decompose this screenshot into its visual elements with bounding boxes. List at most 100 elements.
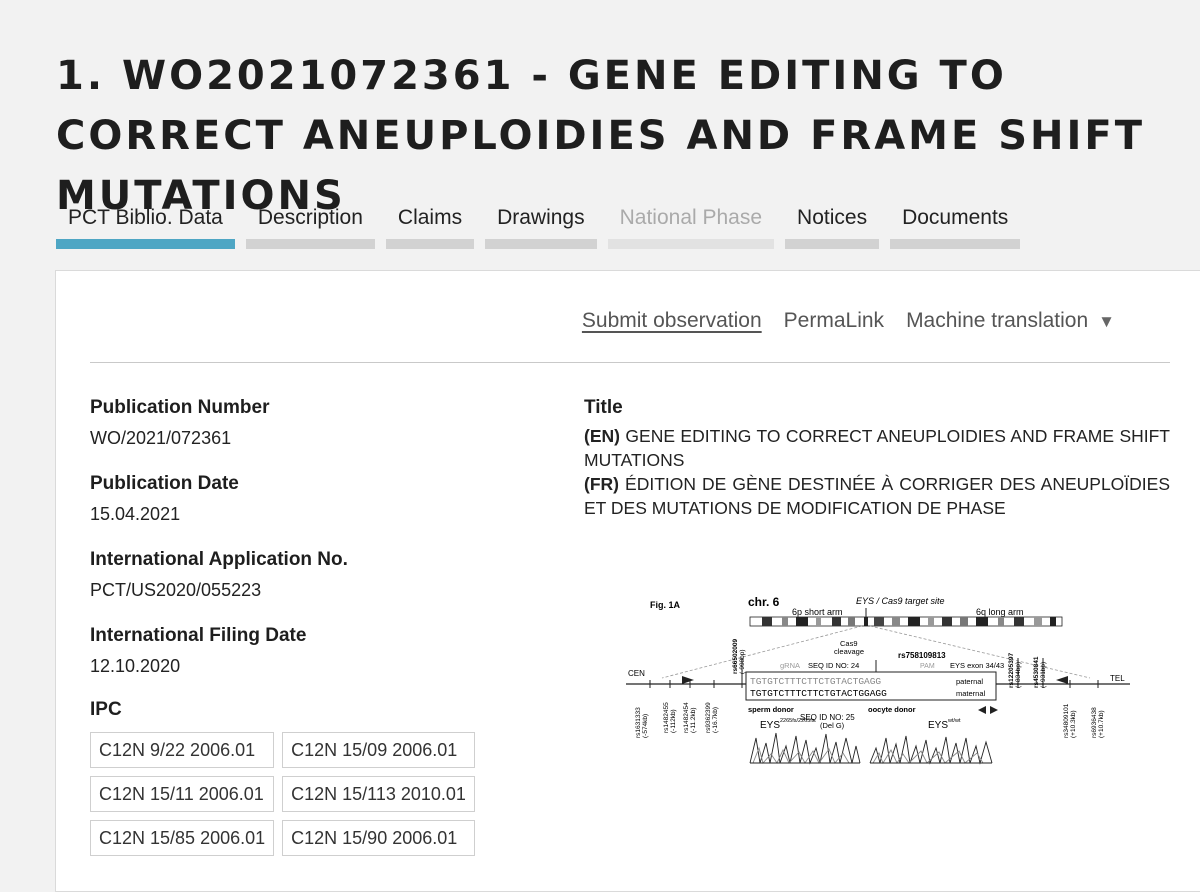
eys-genotype-oocyte: wt/wt xyxy=(947,718,961,724)
tab-drawings[interactable]: Drawings xyxy=(485,203,597,249)
band xyxy=(1050,617,1056,626)
tab-indicator xyxy=(607,239,775,249)
publication-date-value: 15.04.2021 xyxy=(90,504,181,524)
publication-number-field: Publication Number WO/2021/072361 xyxy=(90,396,530,450)
filing-date-field: International Filing Date 12.10.2020 xyxy=(90,624,530,678)
field-label: International Filing Date xyxy=(90,625,307,646)
field-label: Publication Number xyxy=(90,397,270,418)
paternal-label: paternal xyxy=(956,677,983,686)
snp-label: rs1631333 xyxy=(635,707,642,738)
band xyxy=(998,617,1004,626)
tab-active-indicator xyxy=(56,239,235,249)
band xyxy=(908,617,920,626)
caret-down-icon: ▼ xyxy=(1098,312,1115,331)
page-title: 1. WO2021072361 - GENE EDITING TO CORREC… xyxy=(56,53,1145,219)
tab-national-phase: National Phase xyxy=(607,203,775,249)
biblio-data: Publication Number WO/2021/072361 Public… xyxy=(90,396,530,878)
tab-indicator xyxy=(385,239,475,249)
tab-indicator xyxy=(785,239,880,249)
snp-distance: (-11.2kb) xyxy=(690,707,697,733)
paternal-sequence: TGTGTCTTTCTTCTGTACTGAGG xyxy=(750,676,881,687)
band xyxy=(1014,617,1024,626)
snp-label: rs1482455 xyxy=(663,702,670,733)
chromatogram-sperm xyxy=(749,732,861,765)
application-number-value: PCT/US2020/055223 xyxy=(90,580,262,600)
tab-label: Description xyxy=(257,206,363,229)
snp-label: rs1482454 xyxy=(683,702,690,733)
q-arm-label: 6q long arm xyxy=(976,607,1024,617)
chromosome-ideogram xyxy=(749,616,1063,627)
rs-main-label: rs758109813 xyxy=(898,651,946,660)
filing-date-value: 12.10.2020 xyxy=(90,656,181,676)
chromatogram-oocyte xyxy=(869,735,993,765)
title-label: Title xyxy=(584,397,623,418)
ipc-chip[interactable]: C12N 15/90 2006.01 xyxy=(282,820,475,856)
snp-label: rs6936438 xyxy=(1091,707,1098,738)
snp-distance: (+931bp) xyxy=(1040,662,1047,688)
maternal-sequence: TGTGTCTTTCTTCTGTACTGGAGG xyxy=(750,688,887,699)
tab-indicator xyxy=(890,239,1021,249)
ipc-field: IPC C12N 9/22 2006.01 C12N 15/09 2006.01… xyxy=(90,698,530,856)
snp-distance: (-574kb) xyxy=(642,714,649,738)
tab-claims[interactable]: Claims xyxy=(385,203,475,249)
band xyxy=(928,617,934,626)
ipc-chip[interactable]: C12N 15/09 2006.01 xyxy=(282,732,475,768)
snp-label: rs12205397 xyxy=(1008,653,1015,688)
band xyxy=(1034,617,1042,626)
band xyxy=(832,617,841,626)
tab-documents[interactable]: Documents xyxy=(890,203,1021,249)
title-en-text: GENE EDITING TO CORRECT ANEUPLOIDIES AND… xyxy=(584,426,1170,470)
fig-label: Fig. 1A xyxy=(650,600,681,610)
band xyxy=(816,617,821,626)
sperm-donor-label: sperm donor xyxy=(748,705,794,714)
snp-distance: (+10.7kb) xyxy=(1098,710,1105,738)
tab-pct-biblio-data[interactable]: PCT Biblio. Data xyxy=(56,203,235,249)
zoom-line xyxy=(661,625,863,679)
eys-label: EYS xyxy=(760,720,780,731)
chr-label: chr. 6 xyxy=(748,595,780,609)
ipc-chip[interactable]: C12N 15/85 2006.01 xyxy=(90,820,275,856)
title-fr-text: ÉDITION DE GÈNE DESTINÉE À CORRIGER DES … xyxy=(584,474,1170,518)
band xyxy=(960,617,968,626)
tab-label: Drawings xyxy=(497,206,585,229)
centromere-band xyxy=(864,617,868,626)
machine-translation-dropdown[interactable]: Machine translation ▼ xyxy=(906,309,1115,333)
ipc-chip[interactable]: C12N 15/113 2010.01 xyxy=(282,776,475,812)
snp-distance: (-112kb) xyxy=(670,709,677,733)
action-bar: Submit observation PermaLink Machine tra… xyxy=(560,309,1115,333)
tab-label: Documents xyxy=(902,206,1009,229)
title-en: (EN) GENE EDITING TO CORRECT ANEUPLOIDIE… xyxy=(584,424,1170,472)
seq24-label: SEQ ID NO: 24 xyxy=(808,661,859,670)
tab-description[interactable]: Description xyxy=(245,203,375,249)
band xyxy=(848,617,855,626)
tel-label: TEL xyxy=(1110,674,1125,683)
tab-label: PCT Biblio. Data xyxy=(68,206,223,229)
machine-translation-label: Machine translation xyxy=(906,309,1089,332)
tab-indicator xyxy=(485,239,597,249)
tab-label: Claims xyxy=(397,206,463,229)
lang-tag: (EN) xyxy=(584,426,620,446)
ipc-chip[interactable]: C12N 9/22 2006.01 xyxy=(90,732,275,768)
snp-distance: (+10.3kb) xyxy=(1070,710,1077,738)
ipc-chip-list: C12N 9/22 2006.01 C12N 15/09 2006.01 C12… xyxy=(90,732,530,856)
submit-observation-link[interactable]: Submit observation xyxy=(582,309,762,333)
exon-label: EYS exon 34/43 xyxy=(950,661,1004,670)
eys-genotype-sperm: 2265fs/2265fs xyxy=(780,718,815,724)
representative-drawing[interactable]: Fig. 1A chr. 6 EYS / Cas9 target site 6p… xyxy=(620,588,1140,778)
band xyxy=(762,617,772,626)
band xyxy=(796,617,808,626)
snp-distance: (-16.7kb) xyxy=(712,707,719,733)
permalink-link[interactable]: PermaLink xyxy=(784,309,884,333)
snp-distance: (-998bp) xyxy=(739,649,746,674)
tab-notices[interactable]: Notices xyxy=(785,203,880,249)
band xyxy=(942,617,952,626)
field-label: IPC xyxy=(90,699,122,720)
field-label: International Application No. xyxy=(90,549,348,570)
del-g-label: (Del G) xyxy=(820,721,845,730)
pam-label: PAM xyxy=(920,663,935,670)
ipc-chip[interactable]: C12N 15/11 2006.01 xyxy=(90,776,275,812)
cleavage-label: cleavage xyxy=(834,647,864,656)
snp-label: rs34809101 xyxy=(1063,703,1070,738)
band xyxy=(892,617,900,626)
band xyxy=(874,617,884,626)
